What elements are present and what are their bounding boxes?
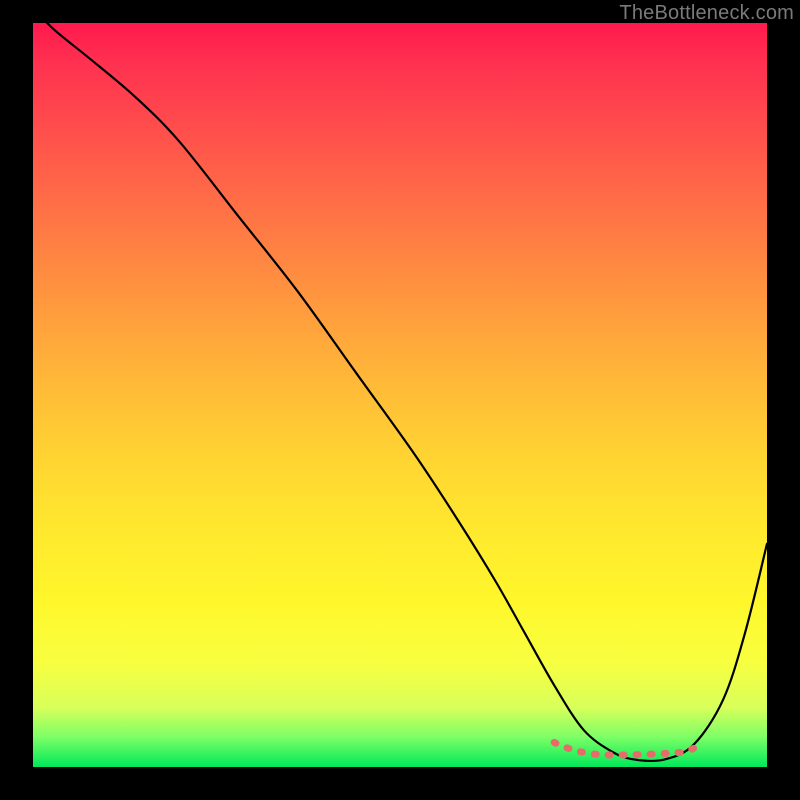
plot-area	[33, 23, 767, 767]
watermark-text: TheBottleneck.com	[619, 2, 794, 25]
highlight-segment	[554, 742, 701, 755]
chart-svg	[33, 23, 767, 767]
bottleneck-curve	[33, 23, 767, 761]
